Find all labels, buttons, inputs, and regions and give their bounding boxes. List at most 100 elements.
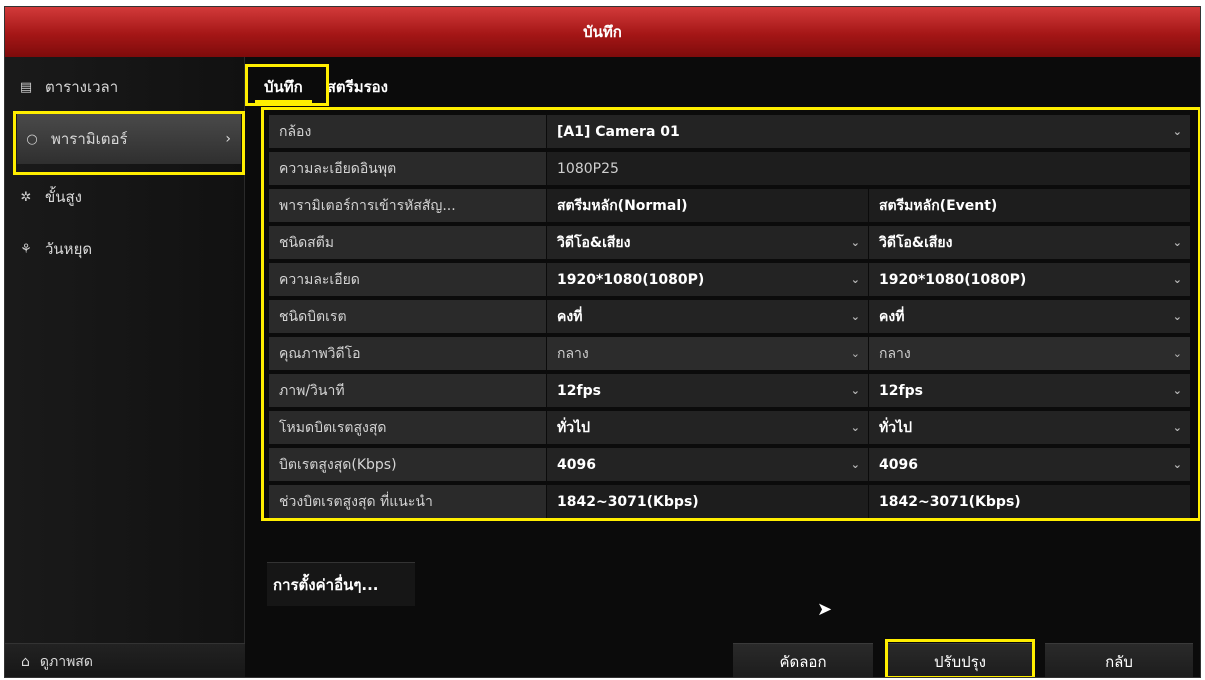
more-settings-button[interactable]: การตั้งค่าอื่นๆ... <box>267 562 415 606</box>
sidebar-item-schedule[interactable]: ▤ ตารางเวลา <box>17 67 239 107</box>
recommended-range-a: 1842~3071(Kbps) <box>547 485 869 518</box>
sidebar-item-parameters[interactable]: ○ พารามิเตอร์ › <box>17 114 241 164</box>
copy-label: คัดลอก <box>779 652 827 671</box>
chevron-down-icon: ⌄ <box>850 273 860 286</box>
select-value: วิดีโอ&เสียง <box>557 234 631 251</box>
more-settings-label: การตั้งค่าอื่นๆ... <box>273 575 379 594</box>
row-max-bitrate-mode: โหมดบิตเรตสูงสุด ทั่วไป ⌄ ทั่วไป ⌄ <box>269 411 1191 444</box>
mouse-cursor-icon: ➤ <box>817 599 833 620</box>
encode-main-event: สตรีมหลัก(Event) <box>869 189 1191 222</box>
row-label: คุณภาพวิดีโอ <box>269 337 547 370</box>
camera-value: [A1] Camera 01 <box>557 123 680 140</box>
camera-select[interactable]: [A1] Camera 01 ⌄ <box>547 115 1191 148</box>
parameter-table: กล้อง [A1] Camera 01 ⌄ ความละเอียดอินพุต… <box>263 111 1198 523</box>
max-bitrate-mode-select-b[interactable]: ทั่วไป ⌄ <box>869 411 1191 444</box>
frame-rate-select-a[interactable]: 12fps ⌄ <box>547 374 869 407</box>
sidebar: ▤ ตารางเวลา ○ พารามิเตอร์ › ✲ ขั้นสูง ⚘ … <box>5 57 245 677</box>
max-bitrate-select-b[interactable]: 4096 ⌄ <box>869 448 1191 481</box>
row-label: บิตเรตสูงสุด(Kbps) <box>269 448 547 481</box>
tab-label: สตรีมรอง <box>326 78 388 96</box>
select-value: 1920*1080(1080P) <box>879 271 1027 288</box>
input-resolution-value: 1080P25 <box>547 152 1191 185</box>
row-label: ความละเอียด <box>269 263 547 296</box>
row-bitrate-type: ชนิดบิตเรต คงที่ ⌄ คงที่ ⌄ <box>269 300 1191 333</box>
video-quality-select-a[interactable]: กลาง ⌄ <box>547 337 869 370</box>
row-label: ชนิดสตีม <box>269 226 547 259</box>
select-value: กลาง <box>557 345 589 362</box>
select-value: กลาง <box>879 345 911 362</box>
resolution-select-b[interactable]: 1920*1080(1080P) ⌄ <box>869 263 1191 296</box>
select-value: คงที่ <box>557 308 583 325</box>
select-value: 1920*1080(1080P) <box>557 271 705 288</box>
row-stream-type: ชนิดสตีม วิดีโอ&เสียง ⌄ วิดีโอ&เสียง ⌄ <box>269 226 1191 259</box>
advanced-icon: ✲ <box>20 189 32 205</box>
sidebar-item-label: พารามิเตอร์ <box>51 130 128 148</box>
encode-main-normal: สตรีมหลัก(Normal) <box>547 189 869 222</box>
tab-record[interactable]: บันทึก <box>255 69 312 103</box>
row-camera: กล้อง [A1] Camera 01 ⌄ <box>269 115 1191 148</box>
chevron-down-icon: ⌄ <box>850 421 860 434</box>
apply-button[interactable]: ปรับปรุง <box>885 643 1035 677</box>
back-button[interactable]: กลับ <box>1045 643 1193 677</box>
row-label: ชนิดบิตเรต <box>269 300 547 333</box>
window-title: บันทึก <box>583 23 622 41</box>
sidebar-item-advanced[interactable]: ✲ ขั้นสูง <box>17 177 239 217</box>
live-view-label: ดูภาพสด <box>39 653 93 670</box>
tab-bar: บันทึก สตรีมรอง <box>255 69 403 103</box>
row-label: ความละเอียดอินพุต <box>269 152 547 185</box>
row-recommended-range: ช่วงบิตเรตสูงสุด ที่แนะนำ 1842~3071(Kbps… <box>269 485 1191 518</box>
select-value: 4096 <box>557 456 596 473</box>
bitrate-type-select-a[interactable]: คงที่ ⌄ <box>547 300 869 333</box>
home-icon: ⌂ <box>21 653 30 670</box>
select-value: 4096 <box>879 456 918 473</box>
select-value: ทั่วไป <box>879 419 913 436</box>
chevron-down-icon: ⌄ <box>850 384 860 397</box>
chevron-down-icon: ⌄ <box>1172 273 1182 286</box>
bitrate-type-select-b[interactable]: คงที่ ⌄ <box>869 300 1191 333</box>
row-label: ช่วงบิตเรตสูงสุด ที่แนะนำ <box>269 485 547 518</box>
calendar-icon: ▤ <box>19 79 33 95</box>
chevron-down-icon: ⌄ <box>1172 421 1182 434</box>
holiday-icon: ⚘ <box>20 241 32 257</box>
video-quality-select-b[interactable]: กลาง ⌄ <box>869 337 1191 370</box>
chevron-down-icon: ⌄ <box>1172 347 1182 360</box>
chevron-down-icon: ⌄ <box>1172 310 1182 323</box>
row-label: กล้อง <box>269 115 547 148</box>
stream-type-select-a[interactable]: วิดีโอ&เสียง ⌄ <box>547 226 869 259</box>
title-bar: บันทึก <box>5 7 1200 57</box>
chevron-down-icon: ⌄ <box>1172 125 1182 138</box>
frame-rate-select-b[interactable]: 12fps ⌄ <box>869 374 1191 407</box>
tab-label: บันทึก <box>264 78 303 96</box>
select-value: วิดีโอ&เสียง <box>879 234 953 251</box>
resolution-select-a[interactable]: 1920*1080(1080P) ⌄ <box>547 263 869 296</box>
stream-type-select-b[interactable]: วิดีโอ&เสียง ⌄ <box>869 226 1191 259</box>
chevron-down-icon: ⌄ <box>1172 458 1182 471</box>
chevron-down-icon: ⌄ <box>850 236 860 249</box>
select-value: 12fps <box>557 382 601 399</box>
row-max-bitrate: บิตเรตสูงสุด(Kbps) 4096 ⌄ 4096 ⌄ <box>269 448 1191 481</box>
chevron-down-icon: ⌄ <box>1172 384 1182 397</box>
tab-substream[interactable]: สตรีมรอง <box>318 69 397 103</box>
chevron-right-icon: › <box>225 131 231 147</box>
row-label: พารามิเตอร์การเข้ารหัสสัญ... <box>269 189 547 222</box>
sidebar-item-holiday[interactable]: ⚘ วันหยุด <box>17 229 239 269</box>
max-bitrate-select-a[interactable]: 4096 ⌄ <box>547 448 869 481</box>
row-video-quality: คุณภาพวิดีโอ กลาง ⌄ กลาง ⌄ <box>269 337 1191 370</box>
row-resolution: ความละเอียด 1920*1080(1080P) ⌄ 1920*1080… <box>269 263 1191 296</box>
sidebar-item-label: ตารางเวลา <box>45 78 119 96</box>
row-input-resolution: ความละเอียดอินพุต 1080P25 <box>269 152 1191 185</box>
row-label: โหมดบิตเรตสูงสุด <box>269 411 547 444</box>
select-value: 12fps <box>879 382 923 399</box>
chevron-down-icon: ⌄ <box>1172 236 1182 249</box>
max-bitrate-mode-select-a[interactable]: ทั่วไป ⌄ <box>547 411 869 444</box>
chevron-down-icon: ⌄ <box>850 458 860 471</box>
chevron-down-icon: ⌄ <box>850 347 860 360</box>
apply-label: ปรับปรุง <box>933 652 986 671</box>
select-value: คงที่ <box>879 308 905 325</box>
copy-button[interactable]: คัดลอก <box>733 643 873 677</box>
sidebar-item-label: วันหยุด <box>45 240 93 258</box>
dvr-screen: บันทึก ▤ ตารางเวลา ○ พารามิเตอร์ › ✲ ขั้… <box>4 6 1201 678</box>
row-label: ภาพ/วินาที <box>269 374 547 407</box>
sidebar-item-label: ขั้นสูง <box>45 188 82 206</box>
live-view-button[interactable]: ⌂ ดูภาพสด <box>5 643 245 677</box>
